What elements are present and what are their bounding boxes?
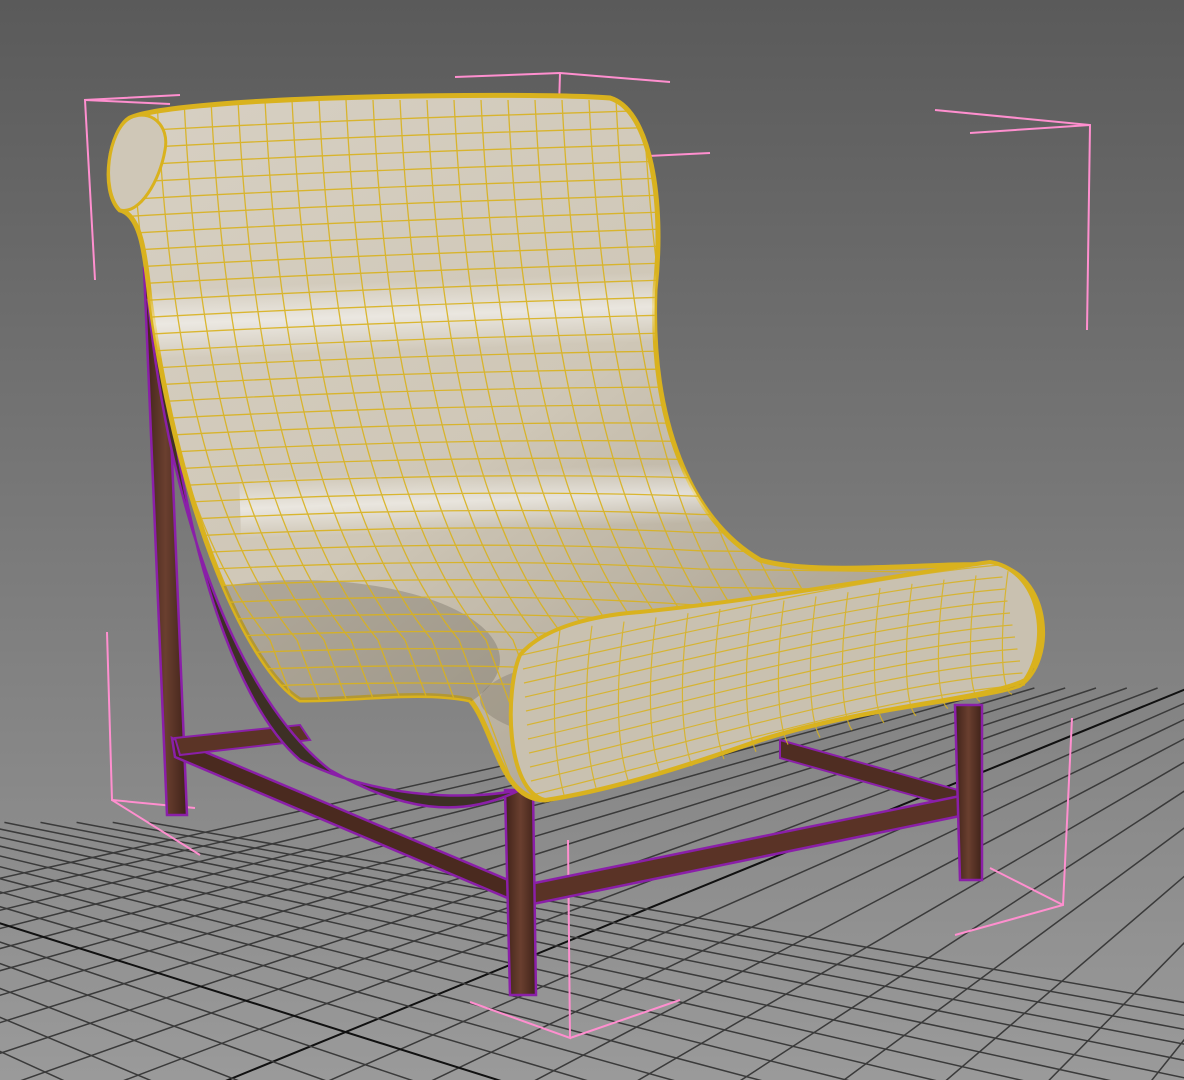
- frame-front-leg-left: [503, 788, 538, 997]
- viewport-canvas[interactable]: [0, 0, 1184, 1080]
- viewport-perspective[interactable]: [0, 0, 1184, 1080]
- frame-front-leg-right: [953, 703, 984, 882]
